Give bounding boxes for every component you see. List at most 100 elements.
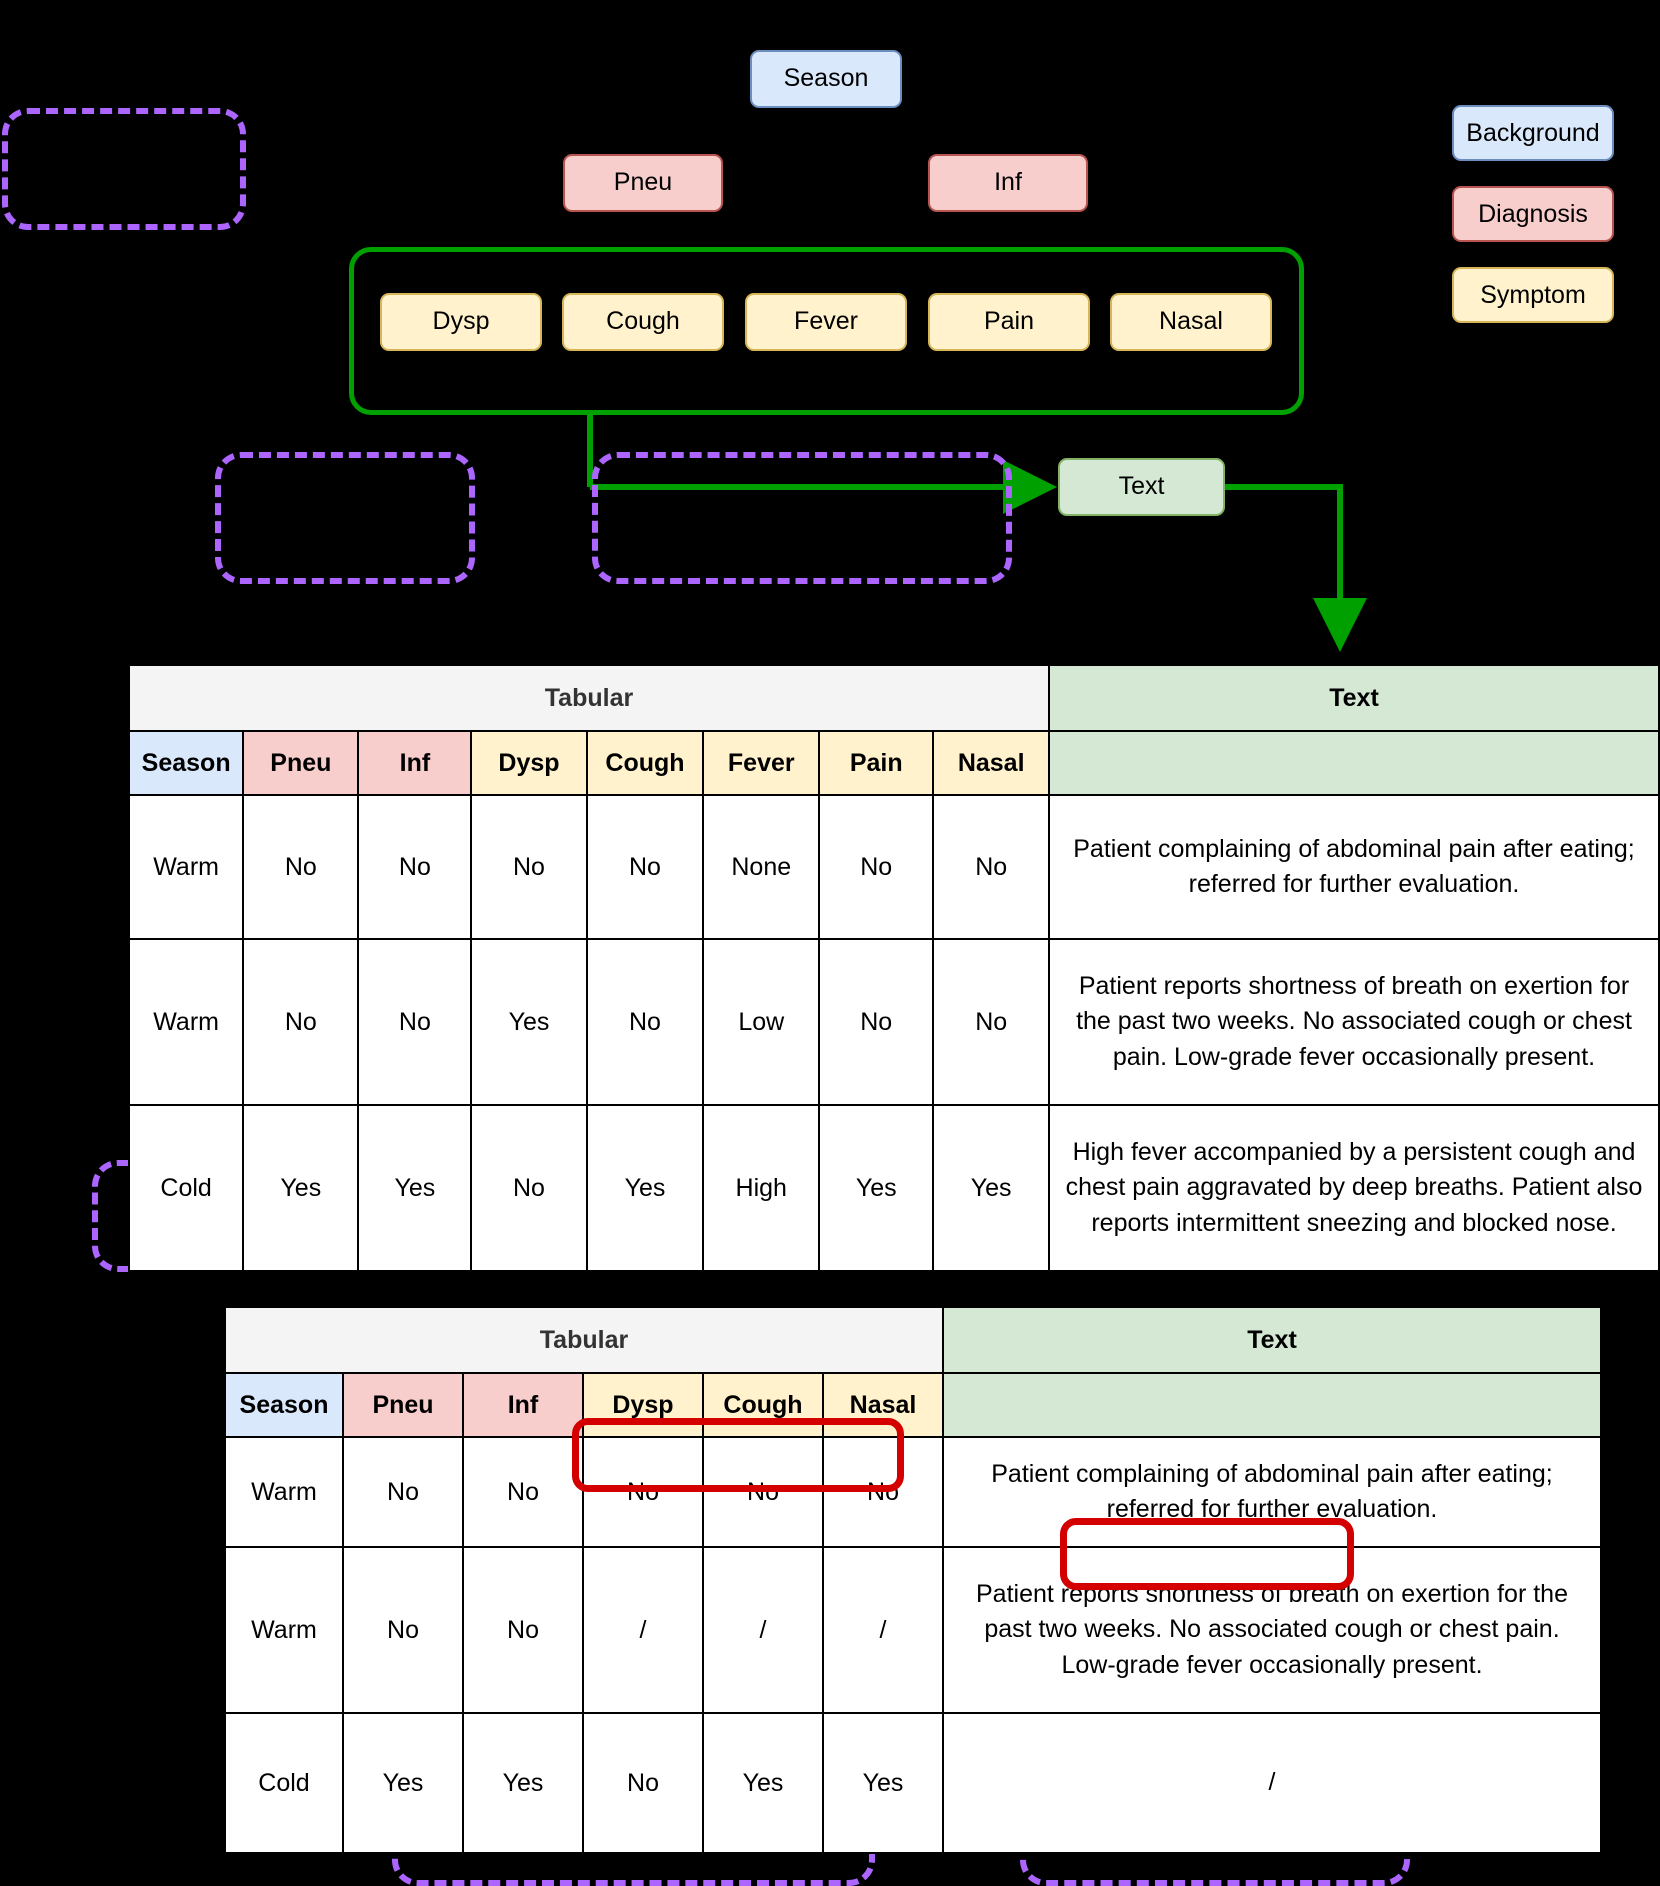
cell: Warm xyxy=(127,794,245,940)
cell: No xyxy=(342,1546,464,1714)
node-pneu-label: Pneu xyxy=(613,168,673,197)
node-season[interactable]: Season xyxy=(750,50,902,108)
table-bottom-header-row: Season Pneu Inf Dysp Cough Nasal xyxy=(224,1372,1602,1438)
node-cough[interactable]: Cough xyxy=(562,293,724,351)
table-top-col-inf: Inf xyxy=(357,730,473,796)
table-bottom-wrapper: Tabular Text Season Pneu Inf Dysp Cough … xyxy=(224,1306,1602,1854)
cell: Yes xyxy=(822,1712,944,1854)
cell: No xyxy=(357,794,473,940)
table-top-wrapper: Tabular Text Season Pneu Inf Dysp Cough … xyxy=(127,664,1660,1272)
table-top-section-row: Tabular Text xyxy=(128,664,1660,732)
cell: No xyxy=(585,794,705,940)
cell: None xyxy=(702,794,821,940)
table-top-section-text: Text xyxy=(1048,664,1660,732)
node-nasal[interactable]: Nasal xyxy=(1110,293,1272,351)
table-bottom-section-text: Text xyxy=(942,1306,1602,1374)
node-cough-label: Cough xyxy=(606,307,680,336)
table-top-col-cough: Cough xyxy=(585,730,705,796)
cell: Warm xyxy=(224,1546,344,1714)
diagram-canvas: Season Pneu Inf Dysp Cough Fever Pain Na… xyxy=(0,0,1660,1886)
placeholder-box-1 xyxy=(2,108,246,230)
table-top-col-fever: Fever xyxy=(702,730,821,796)
cell: Yes xyxy=(462,1712,584,1854)
placeholder-box-3 xyxy=(592,452,1012,584)
cell-text: Patient reports shortness of breath on e… xyxy=(1048,938,1660,1106)
edges-season-to-diagnosis xyxy=(625,106,1026,158)
cell: Cold xyxy=(224,1712,344,1854)
node-season-label: Season xyxy=(783,64,869,93)
cell: No xyxy=(818,794,935,940)
cell-text: High fever accompanied by a persistent c… xyxy=(1048,1104,1660,1272)
cell: No xyxy=(470,794,588,940)
cell: No xyxy=(342,1436,464,1548)
table-row: Warm No No Yes No Low No No Patient repo… xyxy=(127,938,1660,1106)
cell: No xyxy=(818,938,935,1106)
cell: No xyxy=(932,938,1050,1106)
table-top-col-nasal: Nasal xyxy=(932,730,1050,796)
cell: Yes xyxy=(818,1104,935,1272)
table-top-text-header-filler xyxy=(1048,731,1660,796)
cell: Yes xyxy=(585,1104,705,1272)
table-top-col-pneu: Pneu xyxy=(242,730,360,796)
legend-item-background: Background xyxy=(1452,105,1614,161)
table-bottom: Tabular Text Season Pneu Inf Dysp Cough … xyxy=(224,1306,1602,1854)
node-dysp-label: Dysp xyxy=(432,307,490,336)
table-top: Tabular Text Season Pneu Inf Dysp Cough … xyxy=(127,664,1660,1272)
table-bottom-text-header-filler xyxy=(942,1373,1602,1438)
cell: Yes xyxy=(932,1104,1050,1272)
table-bottom-section-row: Tabular Text xyxy=(224,1306,1602,1374)
cell-text: Patient complaining of abdominal pain af… xyxy=(1048,794,1660,940)
node-pneu[interactable]: Pneu xyxy=(563,154,723,212)
node-fever[interactable]: Fever xyxy=(745,293,907,351)
legend-item-diagnosis: Diagnosis xyxy=(1452,186,1614,242)
table-top-col-dysp: Dysp xyxy=(470,730,588,796)
cell: Yes xyxy=(242,1104,360,1272)
table-bottom-col-inf: Inf xyxy=(462,1372,584,1438)
cell: Yes xyxy=(702,1712,824,1854)
cell: Yes xyxy=(342,1712,464,1854)
table-top-col-pain: Pain xyxy=(818,730,935,796)
table-top-section-tabular: Tabular xyxy=(128,664,1050,732)
cell: No xyxy=(357,938,473,1106)
cell: No xyxy=(242,938,360,1106)
cell: Warm xyxy=(224,1436,344,1548)
masked-text-highlight xyxy=(1060,1518,1354,1590)
cell: Low xyxy=(702,938,821,1106)
table-row: Warm No No / / / Patient reports shortne… xyxy=(224,1546,1602,1714)
table-bottom-section-tabular: Tabular xyxy=(224,1306,944,1374)
node-text-label: Text xyxy=(1118,472,1165,501)
node-pain[interactable]: Pain xyxy=(928,293,1090,351)
node-inf[interactable]: Inf xyxy=(928,154,1088,212)
table-row: Warm No No No No No Patient complaining … xyxy=(224,1436,1602,1548)
cell-masked: / xyxy=(822,1546,944,1714)
cell: Yes xyxy=(470,938,588,1106)
cell: High xyxy=(702,1104,821,1272)
cell: No xyxy=(242,794,360,940)
cell: No xyxy=(470,1104,588,1272)
table-top-col-season: Season xyxy=(127,730,245,796)
node-inf-label: Inf xyxy=(994,168,1022,197)
legend-label-symptom: Symptom xyxy=(1480,280,1586,309)
table-bottom-col-season: Season xyxy=(224,1372,344,1438)
cell-text-masked: / xyxy=(942,1712,1602,1854)
cell-masked: / xyxy=(582,1546,704,1714)
placeholder-box-2 xyxy=(215,452,475,584)
table-top-header-row: Season Pneu Inf Dysp Cough Fever Pain Na… xyxy=(127,730,1660,796)
table-row: Cold Yes Yes No Yes High Yes Yes High fe… xyxy=(127,1104,1660,1272)
node-text[interactable]: Text xyxy=(1058,458,1225,516)
cell: Cold xyxy=(127,1104,245,1272)
cell-masked: / xyxy=(702,1546,824,1714)
node-dysp[interactable]: Dysp xyxy=(380,293,542,351)
cell: Yes xyxy=(357,1104,473,1272)
cell: No xyxy=(585,938,705,1106)
cell: No xyxy=(582,1712,704,1854)
cell: No xyxy=(462,1546,584,1714)
node-pain-label: Pain xyxy=(983,307,1035,336)
node-nasal-label: Nasal xyxy=(1159,307,1223,336)
node-fever-label: Fever xyxy=(794,307,858,336)
masked-symptom-highlight xyxy=(572,1418,904,1492)
cell: No xyxy=(462,1436,584,1548)
legend-item-symptom: Symptom xyxy=(1452,267,1614,323)
table-row: Warm No No No No None No No Patient comp… xyxy=(127,794,1660,940)
cell: Warm xyxy=(127,938,245,1106)
